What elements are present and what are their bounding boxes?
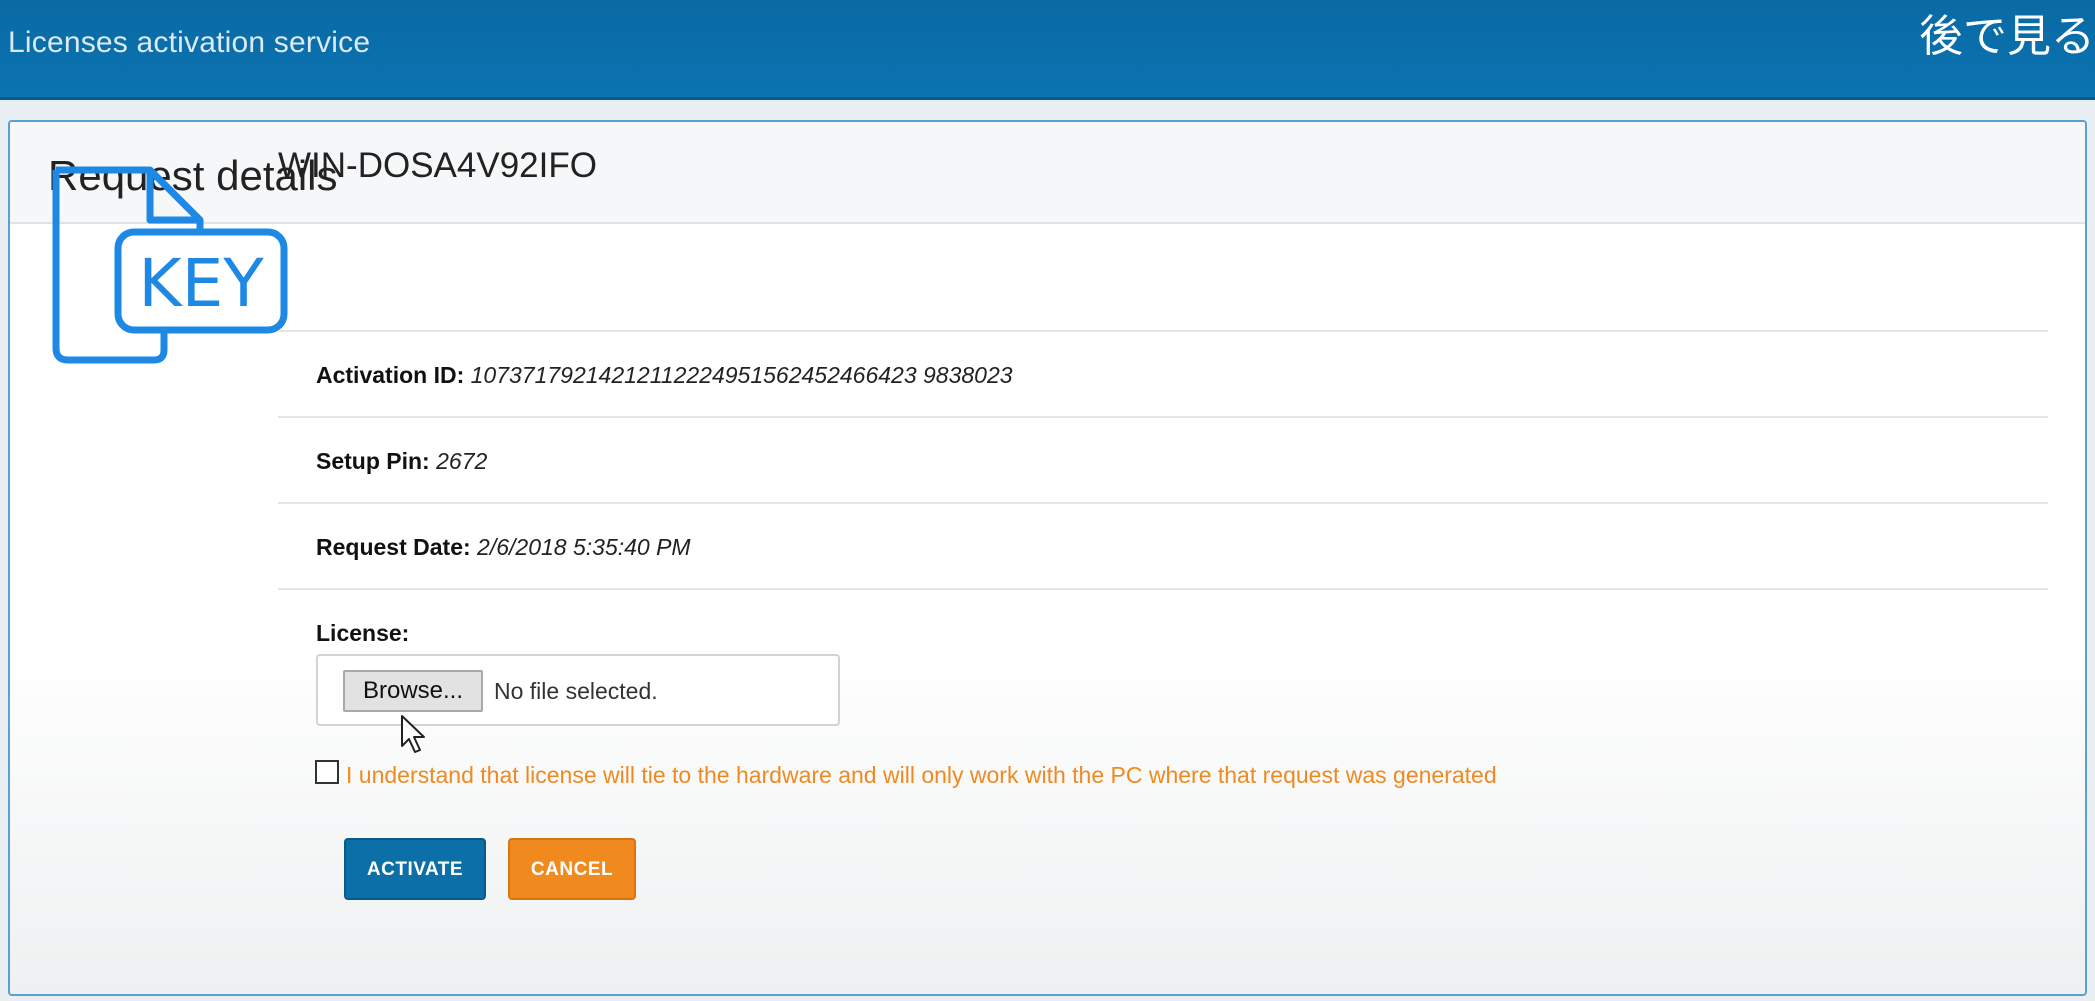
app-title: Licenses activation service [8,26,371,59]
app-header: Licenses activation service 後で見る [0,0,2095,100]
request-date-value: 2/6/2018 5:35:40 PM [477,534,691,560]
row-divider [278,588,2048,590]
key-file-icon: KEY [52,166,288,364]
request-date-field: Request Date: 2/6/2018 5:35:40 PM [316,534,691,561]
activation-id-row: Activation ID: 1073717921421211222495156… [278,330,2048,416]
setup-pin-row: Setup Pin: 2672 [278,416,2048,502]
cancel-button[interactable]: CANCEL [508,838,636,900]
request-date-label: Request Date: [316,534,471,560]
request-date-row: Request Date: 2/6/2018 5:35:40 PM [278,502,2048,590]
license-label: License: [316,620,410,646]
setup-pin-field: Setup Pin: 2672 [316,448,487,475]
activation-id-label: Activation ID: [316,362,465,388]
no-file-text: No file selected. [494,678,658,704]
watch-later-overlay[interactable]: 後で見る [1919,0,2095,64]
activation-id-field: Activation ID: 1073717921421211222495156… [316,362,1013,389]
setup-pin-value: 2672 [436,448,488,474]
activation-id-value: 10737179214212112224951562452466423 9838… [470,362,1013,388]
agree-text[interactable]: I understand that license will tie to th… [346,762,1497,789]
mouse-pointer-icon [401,715,425,753]
svg-text:KEY: KEY [138,245,264,322]
license-file-input[interactable]: Browse... No file selected. [316,654,840,726]
machine-name: WIN-DOSA4V92IFO [278,146,597,185]
activate-button[interactable]: ACTIVATE [344,838,486,900]
agree-checkbox[interactable] [315,760,339,784]
browse-button[interactable]: Browse... [343,670,483,712]
setup-pin-label: Setup Pin: [316,448,430,474]
